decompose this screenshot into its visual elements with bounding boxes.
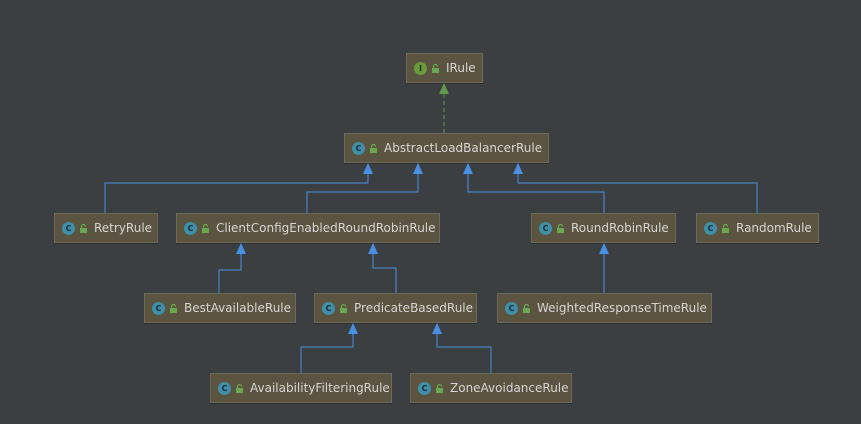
node-zoneavoidancerule[interactable]: C ZoneAvoidanceRule bbox=[410, 373, 572, 403]
node-label: AbstractLoadBalancerRule bbox=[384, 141, 543, 155]
arrowhead-icon bbox=[513, 163, 523, 174]
node-irule[interactable]: I IRule bbox=[406, 53, 483, 83]
node-label: RetryRule bbox=[94, 221, 153, 235]
lock-icon bbox=[236, 383, 243, 393]
node-label: BestAvailableRule bbox=[184, 301, 292, 315]
node-label: IRule bbox=[446, 61, 476, 75]
class-icon: C bbox=[184, 221, 197, 235]
node-abstractloadbalancerrule[interactable]: C AbstractLoadBalancerRule bbox=[344, 133, 549, 163]
lock-icon bbox=[557, 223, 564, 233]
class-icon: C bbox=[218, 381, 231, 395]
node-bestavailablerule[interactable]: C BestAvailableRule bbox=[144, 293, 296, 323]
node-label: AvailabilityFilteringRule bbox=[250, 381, 390, 395]
node-label: RandomRule bbox=[736, 221, 812, 235]
lock-icon bbox=[432, 63, 439, 73]
class-icon: C bbox=[352, 141, 365, 155]
class-icon: C bbox=[539, 221, 552, 235]
lock-icon bbox=[436, 383, 443, 393]
edge-line bbox=[104, 163, 369, 213]
arrowhead-icon bbox=[463, 163, 473, 174]
node-clientconfigenabledroundrobinrule[interactable]: C ClientConfigEnabledRoundRobinRule bbox=[176, 213, 440, 243]
node-label: PredicateBasedRule bbox=[354, 301, 474, 315]
edge-line bbox=[306, 163, 419, 213]
arrowhead-icon bbox=[236, 243, 246, 254]
edge-line bbox=[300, 323, 354, 373]
node-label: RoundRobinRule bbox=[571, 221, 669, 235]
edge-randomrule-extends-abstractloadbalancerrule bbox=[513, 163, 758, 213]
edge-zoneavoidancerule-extends-predicatebasedrule bbox=[432, 323, 492, 373]
edge-availabilityfilteringrule-extends-predicatebasedrule bbox=[300, 323, 358, 373]
arrowhead-icon bbox=[368, 243, 378, 254]
edge-line bbox=[436, 323, 492, 373]
lock-icon bbox=[170, 303, 177, 313]
class-icon: C bbox=[418, 381, 431, 395]
arrowhead-icon bbox=[432, 323, 442, 334]
interface-icon: I bbox=[414, 61, 427, 75]
class-icon: C bbox=[322, 301, 335, 315]
edge-line bbox=[467, 163, 605, 213]
lock-icon bbox=[722, 223, 729, 233]
node-label: ZoneAvoidanceRule bbox=[450, 381, 569, 395]
lock-icon bbox=[80, 223, 87, 233]
edge-bestavailablerule-extends-clientconfig bbox=[218, 243, 246, 293]
node-weightedresponsetimerule[interactable]: C WeightedResponseTimeRule bbox=[497, 293, 712, 323]
lock-icon bbox=[523, 303, 530, 313]
edge-line bbox=[372, 243, 397, 293]
edge-weightedresponsetimerule-extends-roundrobinrule bbox=[599, 243, 609, 293]
arrowhead-icon bbox=[363, 163, 373, 174]
arrowhead-icon bbox=[599, 243, 609, 254]
node-availabilityfilteringrule[interactable]: C AvailabilityFilteringRule bbox=[210, 373, 392, 403]
edge-predicatebasedrule-extends-clientconfig bbox=[368, 243, 397, 293]
node-randomrule[interactable]: C RandomRule bbox=[696, 213, 819, 243]
class-icon: C bbox=[152, 301, 165, 315]
class-hierarchy-diagram: I IRule C AbstractLoadBalancerRule C Ret… bbox=[0, 0, 861, 424]
class-icon: C bbox=[62, 221, 75, 235]
arrowhead-icon bbox=[413, 163, 423, 174]
node-retryrule[interactable]: C RetryRule bbox=[54, 213, 158, 243]
node-roundrobinrule[interactable]: C RoundRobinRule bbox=[531, 213, 676, 243]
edge-roundrobinrule-extends-abstractloadbalancerrule bbox=[463, 163, 605, 213]
edge-abstractloadbalancerrule-implements-irule bbox=[439, 83, 449, 133]
node-label: WeightedResponseTimeRule bbox=[537, 301, 707, 315]
class-icon: C bbox=[704, 221, 717, 235]
lock-icon bbox=[370, 143, 377, 153]
edge-retryrule-extends-abstractloadbalancerrule bbox=[104, 163, 373, 213]
arrowhead-icon bbox=[439, 83, 449, 94]
lock-icon bbox=[202, 223, 209, 233]
lock-icon bbox=[340, 303, 347, 313]
class-icon: C bbox=[505, 301, 518, 315]
arrowhead-icon bbox=[348, 323, 358, 334]
node-predicatebasedrule[interactable]: C PredicateBasedRule bbox=[314, 293, 477, 323]
edge-line bbox=[517, 163, 758, 213]
node-label: ClientConfigEnabledRoundRobinRule bbox=[216, 221, 436, 235]
